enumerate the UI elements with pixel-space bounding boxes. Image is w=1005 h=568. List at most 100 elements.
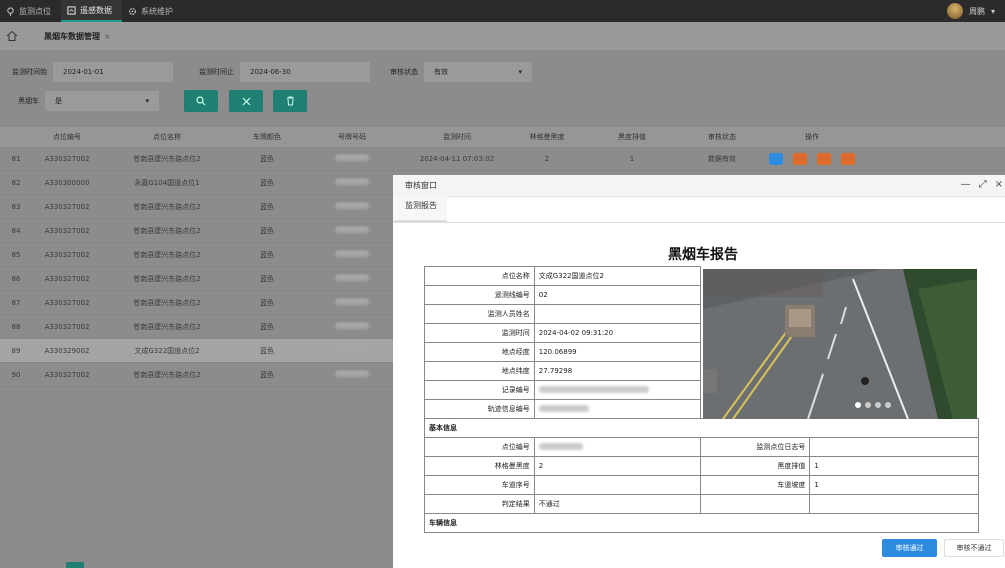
plate-color: 蓝色 <box>260 298 274 307</box>
trash-icon <box>286 96 294 106</box>
modal-header: 审核窗口 <box>393 175 1005 197</box>
search-button[interactable] <box>184 90 218 112</box>
chevron-down-icon: ▾ <box>990 6 995 16</box>
minimize-icon[interactable]: — <box>961 179 971 190</box>
nav-item-monitor-points[interactable]: 监测点位 <box>0 0 61 22</box>
maximize-icon[interactable]: ⤢ <box>979 179 987 190</box>
clear-button[interactable] <box>229 90 263 112</box>
field-label: 监测人员姓名 <box>424 304 535 324</box>
point-code: A330327002 <box>44 226 90 235</box>
blackness-value: 1 <box>629 154 635 163</box>
carousel-dot[interactable] <box>855 402 861 408</box>
field-value: 文成G322国道点位2 <box>533 266 701 286</box>
review-modal: 审核窗口 — ⤢ × 监测报告 黑烟车报告 点位名称 文成G322国道点位2 遥测… <box>393 175 1005 568</box>
delete-row-button[interactable] <box>841 152 855 165</box>
vehicle-photo[interactable] <box>703 269 977 419</box>
close-icon[interactable]: × <box>995 179 1003 190</box>
plate-number <box>302 202 402 211</box>
field-value: 120.06899 <box>533 342 701 362</box>
status-label: 审核状态 <box>390 68 418 76</box>
row-index: 84 <box>11 226 21 235</box>
field-value: 1 <box>809 456 979 476</box>
col-header[interactable]: 林格曼黑度 <box>512 132 582 142</box>
close-icon <box>242 97 250 105</box>
field-value: 1 <box>809 475 979 495</box>
start-time-input[interactable]: 2024-01-01 <box>53 62 173 82</box>
close-icon[interactable]: × <box>104 32 111 41</box>
field-value <box>533 475 701 495</box>
tab-monitor-report[interactable]: 监测报告 <box>393 196 447 222</box>
end-time-value: 2024-06-30 <box>250 68 291 76</box>
field-label: 黑度排值 <box>699 456 811 476</box>
edit-button[interactable] <box>817 152 831 165</box>
row-index: 89 <box>11 346 21 355</box>
home-icon[interactable] <box>6 30 18 42</box>
col-header[interactable]: 审核状态 <box>682 132 762 142</box>
reject-button[interactable]: 审核不通过 <box>944 539 1004 557</box>
carousel-dot[interactable] <box>865 402 871 408</box>
carousel-dot[interactable] <box>875 402 881 408</box>
nav-label: 系统维护 <box>141 6 173 16</box>
field-value: 不通过 <box>533 494 701 514</box>
point-name: 苍南县建兴东路点位2 <box>133 274 201 283</box>
end-time-input[interactable]: 2024-06-30 <box>240 62 370 82</box>
user-menu[interactable]: 周鹏 ▾ <box>946 0 995 22</box>
plate-color: 蓝色 <box>260 226 274 235</box>
plate-number <box>302 250 402 259</box>
point-code: A330327002 <box>44 322 90 331</box>
plate-number <box>302 274 402 283</box>
breadcrumb: 黑烟车数据管理 × <box>0 22 1005 50</box>
smoke-label: 黑烟车 <box>18 97 39 105</box>
col-header[interactable]: 车牌颜色 <box>232 132 302 142</box>
col-header[interactable]: 点位名称 <box>102 132 232 142</box>
plate-number <box>302 226 402 235</box>
plate-color: 蓝色 <box>260 370 274 379</box>
plate-number <box>302 370 402 379</box>
point-name: 苍南县建兴东路点位2 <box>133 154 201 163</box>
section-basic-info: 基本信息 <box>424 418 979 438</box>
plate-number <box>302 346 402 355</box>
point-name: 苍南县建兴东路点位2 <box>133 250 201 259</box>
ringelmann-value: 2 <box>544 154 550 163</box>
col-header[interactable]: 号牌号码 <box>302 132 402 142</box>
field-label: 判定结果 <box>424 494 535 514</box>
field-value <box>533 437 701 457</box>
plate-number <box>302 298 402 307</box>
search-icon <box>196 96 206 106</box>
table-header: 点位编号 点位名称 车牌颜色 号牌号码 监测时间 林格曼黑度 黑度排值 审核状态… <box>0 127 1005 147</box>
row-index: 81 <box>11 154 21 163</box>
report-title: 黑烟车报告 <box>668 247 738 263</box>
plate-color: 蓝色 <box>260 154 274 163</box>
row-index: 87 <box>11 298 21 307</box>
plate-color: 蓝色 <box>260 274 274 283</box>
col-header[interactable]: 点位编号 <box>32 132 102 142</box>
plate-number <box>302 178 402 187</box>
field-label: 林格曼黑度 <box>424 456 535 476</box>
col-header[interactable]: 黑度排值 <box>582 132 682 142</box>
smoke-select[interactable]: 是 ▾ <box>45 91 159 111</box>
monitor-time: 2024-04-11 07:03:02 <box>419 154 495 163</box>
carousel-dot[interactable] <box>885 402 891 408</box>
audit-button[interactable] <box>793 152 807 165</box>
point-code: A330327002 <box>44 154 90 163</box>
status-value: 有效 <box>434 68 448 76</box>
col-header[interactable]: 监测时间 <box>402 132 512 142</box>
plate-number <box>302 322 402 331</box>
status-select[interactable]: 有效 ▾ <box>424 62 532 82</box>
table-row[interactable]: 81 A330327002 苍南县建兴东路点位2 蓝色 2024-04-11 07:03… <box>0 147 1005 171</box>
delete-button[interactable] <box>273 90 307 112</box>
nav-item-remote-data[interactable]: 遥感数据 <box>61 0 122 22</box>
point-name: 苍南县建兴东路点位2 <box>133 202 201 211</box>
modal-tabs: 监测报告 <box>393 196 1005 223</box>
point-name: 文成G322国道点位2 <box>134 346 200 355</box>
approve-button[interactable]: 审核通过 <box>882 539 937 557</box>
nav-item-system-maintenance[interactable]: 系统维护 <box>122 0 183 22</box>
field-label: 地点经度 <box>424 342 535 362</box>
pagination-current[interactable] <box>66 562 84 568</box>
row-index: 82 <box>11 178 21 187</box>
field-label: 地点纬度 <box>424 361 535 381</box>
page-title[interactable]: 黑烟车数据管理 <box>44 31 100 42</box>
point-name: 苍南县建兴东路点位2 <box>133 226 201 235</box>
point-code: A330327002 <box>44 250 90 259</box>
view-button[interactable] <box>769 152 783 165</box>
